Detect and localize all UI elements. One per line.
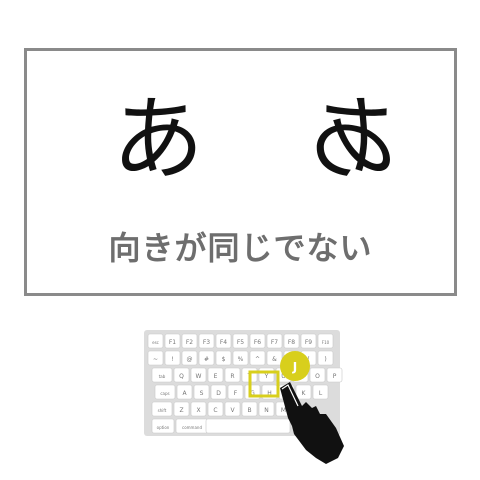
keyboard-key-label: F5 [237,339,244,346]
keyboard-key-label: tab [159,374,166,379]
keyboard-key-label: Z [179,407,183,414]
keyboard-key-label: F3 [203,339,210,346]
keyboard-key-label: & [272,356,277,363]
keyboard-key-label: F2 [186,339,193,346]
keyboard-key-label: F6 [254,339,261,346]
keyboard-key-label: command [182,425,202,430]
keyboard-key-label: $ [222,356,226,363]
keyboard-key-label: B [247,407,251,414]
keyboard-key-label: M [281,407,286,414]
keyboard-key-label: % [238,356,244,363]
keyboard-key-label: esc [152,340,159,345]
keyboard-key-label: X [196,407,200,414]
keyboard-key-label: ) [324,356,326,363]
keyboard-key-label: D [216,390,221,397]
keyboard-key-label: ~ [153,356,158,363]
keyboard-key-label: F10 [322,340,330,345]
keyboard-key-label: W [196,373,202,380]
keyboard-key-label: R [230,373,234,380]
keyboard-key-label: F7 [271,339,278,346]
keyboard-press-illustration: escF1F2F3F4F5F6F7F8F9F10~!@#$%^&*()tabQW… [144,330,344,464]
keyboard-key-label: ! [171,356,173,363]
keyboard-key-label: S [200,390,204,397]
hiragana-a-mirrored: あ [308,86,401,193]
keyboard-key-label: shift [158,408,167,413]
keyboard-key-label: N [264,407,269,414]
callout-key-label: J [292,360,297,374]
keyboard-key-label: Q [179,373,184,380]
keyboard-key-label: F8 [288,339,295,346]
keyboard-key-label: # [204,356,209,363]
keyboard-key-label: F [234,390,238,397]
keyboard-key-label: F4 [220,339,227,346]
keyboard-key-label: O [315,373,320,380]
keyboard-key-label: ^ [255,356,260,363]
glyph-comparison-card: あ あ 向きが同じでない [24,48,457,296]
keyboard-key-label: option [157,425,170,430]
keyboard-key-label: Y [264,373,269,380]
keyboard-key-label: F1 [169,339,176,346]
space-bar-key [205,418,291,434]
keyboard-key-label: caps [160,391,169,396]
keyboard-key-label: C [213,407,217,414]
keyboard-key-label: F9 [305,339,312,346]
keyboard-key-label: E [214,373,218,380]
caption-text: 向きが同じでない [108,229,373,267]
keyboard-key-label: P [333,373,337,380]
hiragana-a-normal: あ [111,86,204,193]
keyboard-key-label: @ [187,356,193,363]
